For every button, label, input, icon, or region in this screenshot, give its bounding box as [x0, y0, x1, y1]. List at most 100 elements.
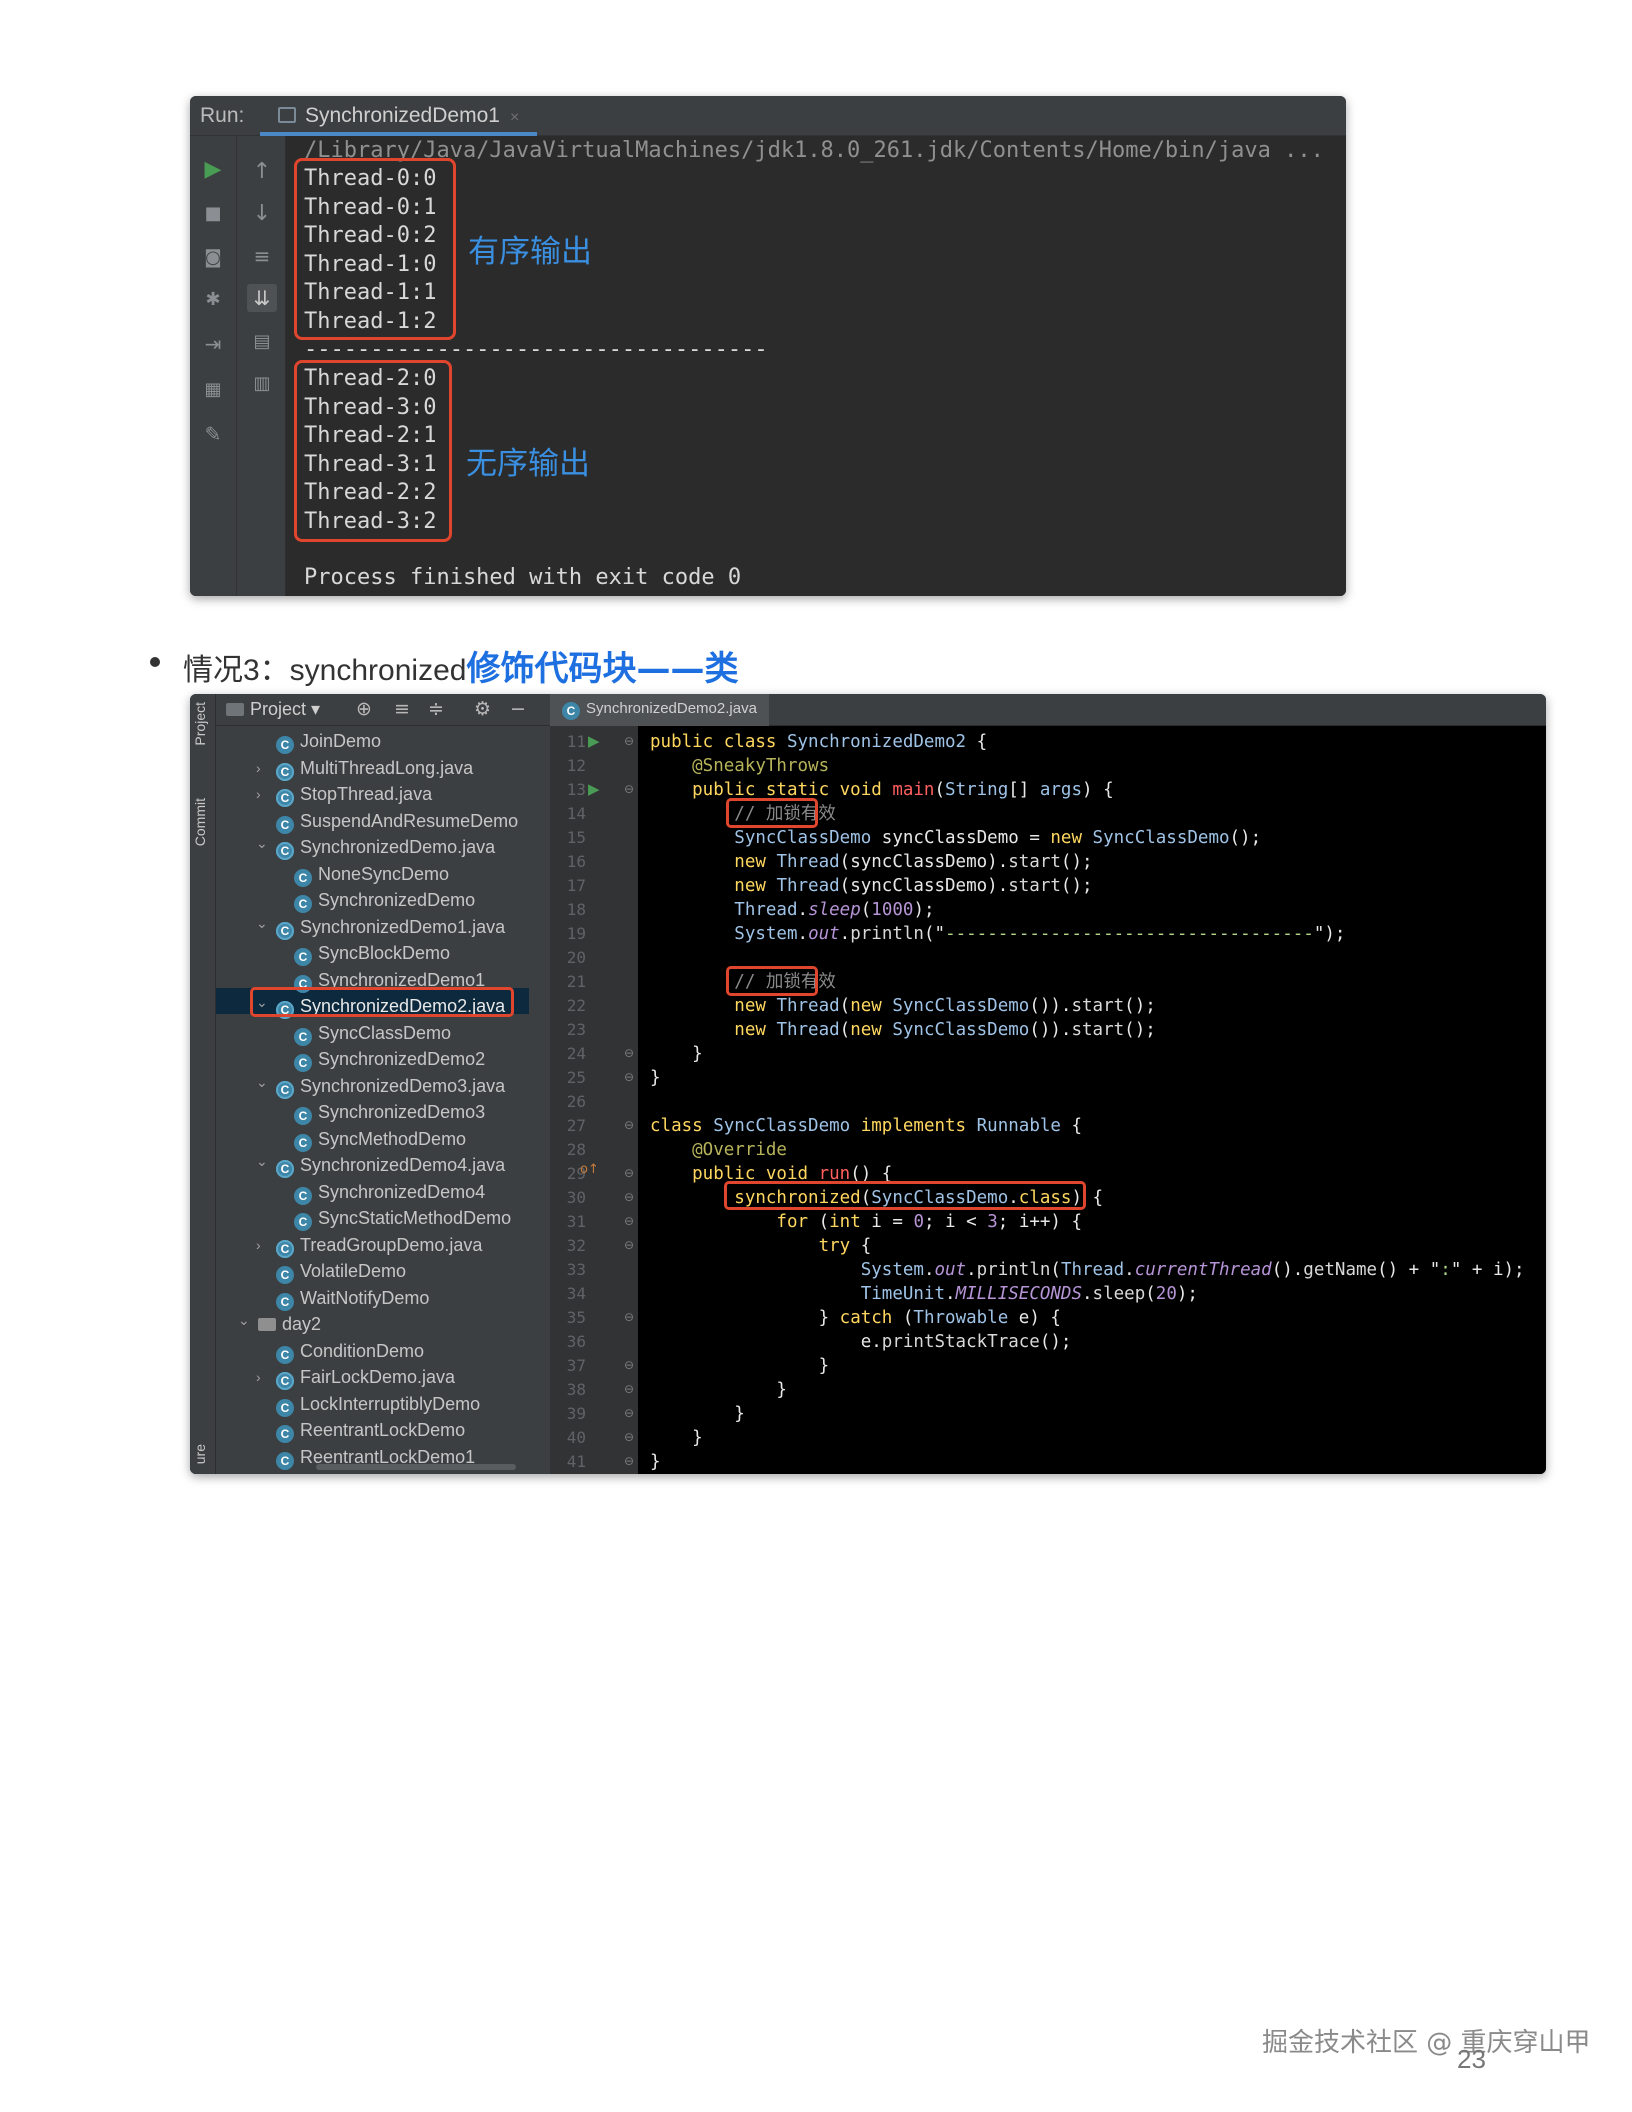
ordered-output-highlight — [294, 158, 456, 340]
code-token: (syncClassDemo). — [839, 852, 1009, 872]
tree-item[interactable]: C ConditionDemo — [276, 1338, 424, 1364]
fold-icon[interactable]: ⊖ — [624, 734, 634, 748]
line-number: 19 — [566, 924, 586, 943]
fold-icon[interactable]: ⊖ — [624, 1310, 634, 1324]
fold-icon[interactable]: ⊖ — [624, 1070, 634, 1084]
code-line: System.out.println("--------------------… — [650, 922, 1345, 946]
camera-icon[interactable]: ◙ — [198, 244, 228, 272]
print-icon[interactable]: ▤ — [247, 328, 277, 356]
debug-icon[interactable]: ✱ — [198, 286, 228, 314]
run-gutter-icon[interactable]: ▶ — [588, 780, 600, 798]
run-icon[interactable]: ▶ — [198, 156, 228, 184]
code-token: @Override — [650, 1140, 787, 1160]
fold-icon[interactable]: ⊖ — [624, 1454, 634, 1468]
tree-item[interactable]: › C StopThread.java — [256, 781, 432, 807]
collapse-all-icon[interactable]: ≑ — [428, 698, 444, 720]
run-tab-synchronizeddemo1[interactable]: SynchronizedDemo1 × — [260, 96, 538, 136]
fold-icon[interactable]: ⊖ — [624, 1382, 634, 1396]
tree-item[interactable]: › C TreadGroupDemo.java — [256, 1232, 482, 1258]
stop-icon[interactable]: ■ — [198, 200, 228, 228]
tree-item[interactable]: C SyncBlockDemo — [294, 940, 450, 966]
tree-item[interactable]: ⌄ C SynchronizedDemo.java — [256, 834, 495, 860]
gear-icon[interactable]: ⚙ — [474, 698, 491, 720]
tree-item[interactable]: C LockInterruptiblyDemo — [276, 1391, 480, 1417]
tree-item[interactable]: C SynchronizedDemo2 — [294, 1046, 485, 1072]
tree-item[interactable]: C SuspendAndResumeDemo — [276, 808, 518, 834]
code-token: syncClassDemo — [881, 828, 1030, 848]
tree-item[interactable]: C ReentrantLockDemo — [276, 1417, 465, 1443]
layout-icon[interactable]: ▦ — [198, 376, 228, 404]
scroll-to-end-icon[interactable]: ⇊ — [247, 284, 277, 312]
fold-icon[interactable]: ⊖ — [624, 1430, 634, 1444]
case3-heading: 情况3：synchronized修饰代码块——类 — [183, 641, 738, 690]
java-class-icon: C — [294, 1213, 312, 1231]
hide-icon[interactable]: − — [510, 698, 526, 720]
chevron-down-icon[interactable]: ⌄ — [238, 1307, 250, 1333]
tree-item[interactable]: ⌄ C SynchronizedDemo1.java — [256, 914, 505, 940]
tree-item[interactable]: › C FairLockDemo.java — [256, 1364, 455, 1390]
tree-item[interactable]: C SyncStaticMethodDemo — [294, 1205, 511, 1231]
run-header: Run: SynchronizedDemo1 × — [190, 96, 1346, 136]
project-title[interactable]: Project ▾ — [226, 699, 320, 720]
project-hscrollbar[interactable] — [316, 1464, 516, 1470]
tree-item[interactable]: › C MultiThreadLong.java — [256, 755, 473, 781]
expand-all-icon[interactable]: ≡ — [394, 698, 410, 720]
import-icon[interactable]: ⇥ — [198, 330, 228, 358]
tree-item[interactable]: C SynchronizedDemo4 — [294, 1179, 485, 1205]
chevron-right-icon[interactable]: › — [256, 1364, 261, 1390]
console-output[interactable]: /Library/Java/JavaVirtualMachines/jdk1.8… — [286, 136, 1346, 596]
tree-item[interactable]: C VolatileDemo — [276, 1258, 406, 1284]
fold-icon[interactable]: ⊖ — [624, 1238, 634, 1252]
soft-wrap-icon[interactable]: ≡ — [247, 242, 277, 270]
run-gutter-icon[interactable]: ▶ — [588, 732, 600, 750]
java-file-icon: C — [276, 1160, 294, 1178]
tree-item-label: SynchronizedDemo — [318, 890, 476, 910]
tree-item[interactable]: C SyncMethodDemo — [294, 1126, 466, 1152]
side-tab-commit[interactable]: Commit — [192, 798, 208, 846]
line-number: 17 — [566, 876, 586, 895]
locate-icon[interactable]: ⊕ — [356, 698, 372, 720]
tree-item[interactable]: C WaitNotifyDemo — [276, 1285, 429, 1311]
close-icon[interactable]: × — [510, 109, 519, 126]
code-token: } — [650, 1404, 745, 1424]
editor-tab-synchronizeddemo2[interactable]: C SynchronizedDemo2.java — [550, 694, 769, 726]
tree-item[interactable]: C SynchronizedDemo3 — [294, 1099, 485, 1125]
ordered-output-note: 有序输出 — [468, 234, 592, 270]
tree-item[interactable]: C SynchronizedDemo — [294, 887, 475, 913]
fold-icon[interactable]: ⊖ — [624, 1214, 634, 1228]
code-token: implements — [860, 1116, 977, 1136]
override-gutter-icon[interactable]: o↑ — [580, 1162, 599, 1177]
down-arrow-icon[interactable]: ↓ — [247, 200, 277, 228]
chevron-right-icon[interactable]: › — [256, 781, 261, 807]
side-tab-project[interactable]: Project — [192, 702, 208, 746]
code-editor[interactable]: } } } } } e.printStackTrace(); } catch (… — [638, 726, 1546, 1474]
fold-icon[interactable]: ⊖ — [624, 1166, 634, 1180]
code-token: 0 — [913, 1212, 924, 1232]
chevron-down-icon[interactable]: ⌄ — [256, 1069, 268, 1095]
trash-icon[interactable]: ▥ — [247, 370, 277, 398]
tree-item[interactable]: C JoinDemo — [276, 728, 381, 754]
tree-item[interactable]: ⌄ day2 — [238, 1311, 322, 1337]
tree-item[interactable]: C NoneSyncDemo — [294, 861, 449, 887]
tree-item-label: day2 — [282, 1314, 322, 1334]
unordered-output-highlight — [294, 360, 452, 542]
tree-item[interactable]: C SyncClassDemo — [294, 1020, 451, 1046]
chevron-right-icon[interactable]: › — [256, 1232, 261, 1258]
tree-item[interactable]: ⌄ C SynchronizedDemo4.java — [256, 1152, 505, 1178]
up-arrow-icon[interactable]: ↑ — [247, 158, 277, 186]
tree-item[interactable]: ⌄ C SynchronizedDemo3.java — [256, 1073, 505, 1099]
fold-icon[interactable]: ⊖ — [624, 1046, 634, 1060]
fold-icon[interactable]: ⊖ — [624, 1190, 634, 1204]
pin-icon[interactable]: ✎ — [198, 420, 228, 448]
fold-icon[interactable]: ⊖ — [624, 782, 634, 796]
chevron-down-icon[interactable]: ⌄ — [256, 1148, 268, 1174]
side-tab-structure[interactable]: ure — [192, 1444, 208, 1464]
code-token: getName — [1303, 1260, 1378, 1280]
fold-icon[interactable]: ⊖ — [624, 1358, 634, 1372]
fold-icon[interactable]: ⊖ — [624, 1118, 634, 1132]
fold-icon[interactable]: ⊖ — [624, 1406, 634, 1420]
java-class-icon: C — [294, 1133, 312, 1152]
chevron-right-icon[interactable]: › — [256, 755, 261, 781]
chevron-down-icon[interactable]: ⌄ — [256, 910, 268, 936]
chevron-down-icon[interactable]: ⌄ — [256, 830, 268, 856]
